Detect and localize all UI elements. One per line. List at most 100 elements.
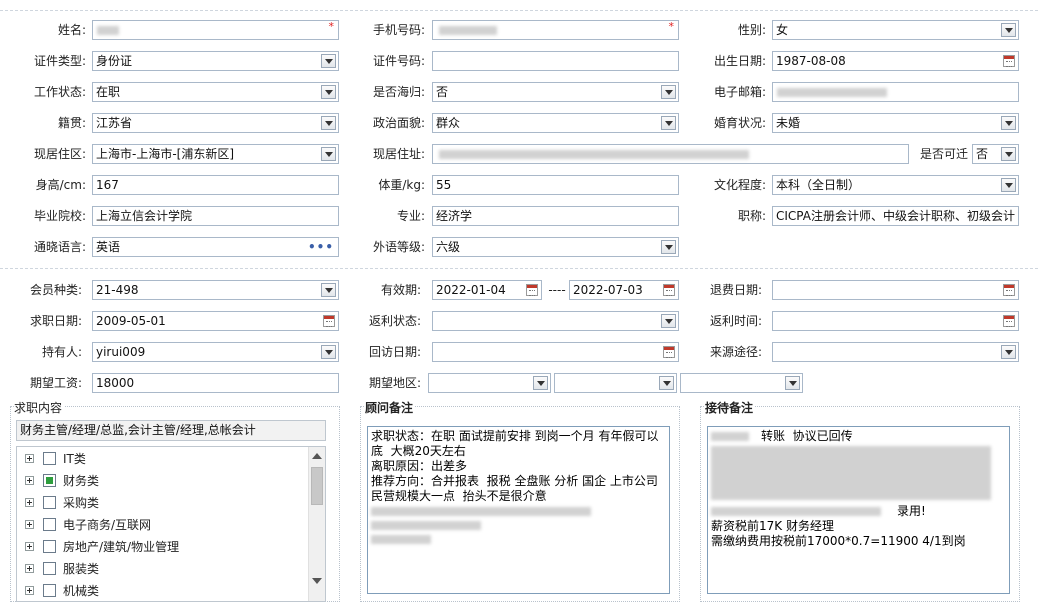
valid-to-field[interactable]: 2022-07-03 bbox=[569, 280, 679, 300]
consultant-note-textarea[interactable]: 求职状态：在职 面试提前安排 到岗一个月 有年假可以底 大概20天左右 离职原因… bbox=[367, 426, 670, 594]
chevron-down-icon[interactable] bbox=[1001, 147, 1016, 161]
phone-field[interactable]: * bbox=[432, 20, 679, 40]
calendar-icon[interactable] bbox=[663, 284, 675, 296]
expand-plus-icon[interactable] bbox=[25, 520, 34, 529]
marital-select[interactable]: 未婚 bbox=[772, 113, 1019, 133]
id-type-select[interactable]: 身份证 bbox=[92, 51, 339, 71]
expand-plus-icon[interactable] bbox=[25, 476, 34, 485]
source-select[interactable] bbox=[772, 342, 1019, 362]
weight-field[interactable]: 55 bbox=[432, 175, 679, 195]
height-field[interactable]: 167 bbox=[92, 175, 339, 195]
member-type-label: 会员种类: bbox=[29, 283, 82, 297]
job-category-item[interactable]: 财务类 bbox=[23, 470, 303, 492]
category-checkbox[interactable] bbox=[43, 452, 56, 465]
chevron-down-icon[interactable] bbox=[661, 240, 676, 254]
category-checkbox[interactable] bbox=[43, 562, 56, 575]
address-field[interactable] bbox=[432, 144, 909, 164]
category-checkbox[interactable] bbox=[43, 584, 56, 597]
calendar-icon[interactable] bbox=[1003, 284, 1015, 296]
job-category-item[interactable]: 房地产/建筑/物业管理 bbox=[23, 536, 303, 558]
visit-date-field[interactable] bbox=[432, 342, 679, 362]
chevron-down-icon[interactable] bbox=[1001, 23, 1016, 37]
job-category-item[interactable]: IT类 bbox=[23, 448, 303, 470]
category-checkbox[interactable] bbox=[43, 518, 56, 531]
salary-field[interactable]: 18000 bbox=[92, 373, 339, 393]
rebate-time-field[interactable] bbox=[772, 311, 1019, 331]
job-category-item[interactable]: 采购类 bbox=[23, 492, 303, 514]
chevron-down-icon[interactable] bbox=[661, 314, 676, 328]
gender-select[interactable]: 女 bbox=[772, 20, 1019, 40]
holder-value: yirui009 bbox=[96, 345, 146, 359]
chevron-down-icon[interactable] bbox=[321, 345, 336, 359]
language-field[interactable]: 英语 ••• bbox=[92, 237, 339, 257]
consultant-note-title: 顾问备注 bbox=[365, 400, 416, 416]
chevron-down-icon[interactable] bbox=[659, 376, 674, 390]
region-district-select[interactable] bbox=[680, 373, 803, 393]
region-province-select[interactable] bbox=[428, 373, 551, 393]
job-category-item[interactable]: 机械类 bbox=[23, 580, 303, 601]
scroll-up-icon[interactable] bbox=[312, 453, 322, 459]
more-options-icon[interactable]: ••• bbox=[308, 238, 334, 256]
job-date-field[interactable]: 2009-05-01 bbox=[92, 311, 339, 331]
chevron-down-icon[interactable] bbox=[533, 376, 548, 390]
residence-area-select[interactable]: 上海市-上海市-[浦东新区] bbox=[92, 144, 339, 164]
refund-date-field[interactable] bbox=[772, 280, 1019, 300]
birth-date-field[interactable]: 1987-08-08 bbox=[772, 51, 1019, 71]
work-status-select[interactable]: 在职 bbox=[92, 82, 339, 102]
valid-from-field[interactable]: 2022-01-04 bbox=[432, 280, 542, 300]
salary-label: 期望工资: bbox=[29, 376, 82, 390]
calendar-icon[interactable] bbox=[1003, 315, 1015, 327]
email-field[interactable] bbox=[772, 82, 1019, 102]
calendar-icon[interactable] bbox=[323, 315, 335, 327]
chevron-down-icon[interactable] bbox=[785, 376, 800, 390]
category-checkbox[interactable] bbox=[43, 474, 56, 487]
name-field[interactable]: * bbox=[92, 20, 339, 40]
chevron-down-icon[interactable] bbox=[321, 283, 336, 297]
category-checkbox[interactable] bbox=[43, 496, 56, 509]
education-select[interactable]: 本科（全日制） bbox=[772, 175, 1019, 195]
region-city-select[interactable] bbox=[554, 373, 677, 393]
chevron-down-icon[interactable] bbox=[321, 54, 336, 68]
tree-scrollbar[interactable] bbox=[308, 447, 325, 601]
expand-plus-icon[interactable] bbox=[25, 586, 34, 595]
calendar-icon[interactable] bbox=[1003, 55, 1015, 67]
chevron-down-icon[interactable] bbox=[1001, 116, 1016, 130]
valid-to-value: 2022-07-03 bbox=[573, 283, 643, 297]
calendar-icon[interactable] bbox=[663, 346, 675, 358]
chevron-down-icon[interactable] bbox=[661, 116, 676, 130]
chevron-down-icon[interactable] bbox=[1001, 345, 1016, 359]
native-place-select[interactable]: 江苏省 bbox=[92, 113, 339, 133]
expand-plus-icon[interactable] bbox=[25, 454, 34, 463]
expand-plus-icon[interactable] bbox=[25, 564, 34, 573]
rebate-status-select[interactable] bbox=[432, 311, 679, 331]
chevron-down-icon[interactable] bbox=[321, 147, 336, 161]
expand-plus-icon[interactable] bbox=[25, 498, 34, 507]
gender-label: 性别: bbox=[737, 23, 766, 37]
returnee-select[interactable]: 否 bbox=[432, 82, 679, 102]
member-type-select[interactable]: 21-498 bbox=[92, 280, 339, 300]
relocate-select[interactable]: 否 bbox=[972, 144, 1019, 164]
id-number-field[interactable] bbox=[432, 51, 679, 71]
chevron-down-icon[interactable] bbox=[321, 85, 336, 99]
scroll-down-icon[interactable] bbox=[312, 578, 322, 584]
job-content-selected[interactable]: 财务主管/经理/总监,会计主管/经理,总帐会计 bbox=[16, 420, 326, 441]
job-category-item[interactable]: 服装类 bbox=[23, 558, 303, 580]
language-level-select[interactable]: 六级 bbox=[432, 237, 679, 257]
political-select[interactable]: 群众 bbox=[432, 113, 679, 133]
job-category-item[interactable]: 电子商务/互联网 bbox=[23, 514, 303, 536]
chevron-down-icon[interactable] bbox=[661, 85, 676, 99]
chevron-down-icon[interactable] bbox=[1001, 178, 1016, 192]
calendar-icon[interactable] bbox=[526, 284, 538, 296]
school-field[interactable]: 上海立信会计学院 bbox=[92, 206, 339, 226]
expand-plus-icon[interactable] bbox=[25, 542, 34, 551]
chevron-down-icon[interactable] bbox=[321, 116, 336, 130]
category-label: 房地产/建筑/物业管理 bbox=[63, 540, 180, 554]
birth-date-value: 1987-08-08 bbox=[776, 54, 846, 68]
redacted-reception-text bbox=[711, 507, 881, 516]
reception-note-textarea[interactable]: 转账 协议已回传 录用! 薪资税前17K 财务经理 需缴纳费用按税前17000*… bbox=[707, 426, 1010, 594]
holder-select[interactable]: yirui009 bbox=[92, 342, 339, 362]
major-field[interactable]: 经济学 bbox=[432, 206, 679, 226]
category-checkbox[interactable] bbox=[43, 540, 56, 553]
scroll-thumb[interactable] bbox=[311, 467, 323, 505]
professional-title-field[interactable]: CICPA注册会计师、中级会计职称、初级会计 bbox=[772, 206, 1019, 226]
